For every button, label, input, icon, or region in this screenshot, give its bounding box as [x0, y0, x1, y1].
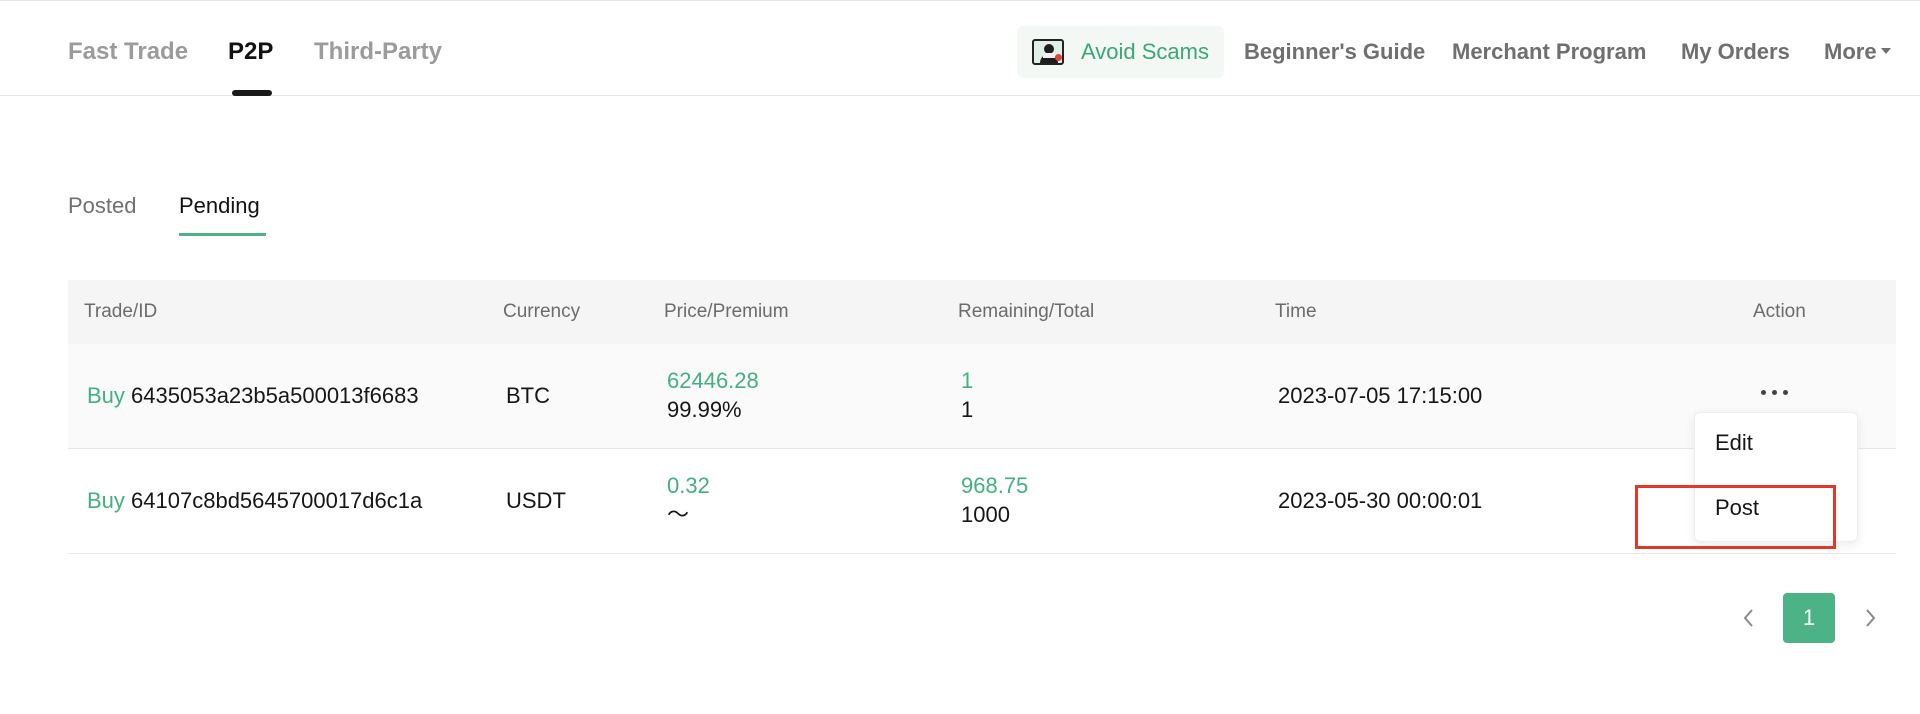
price-value: 62446.28 [667, 368, 759, 393]
column-header-currency: Currency [503, 301, 581, 322]
more-dots-icon[interactable] [1760, 383, 1790, 401]
trade-side: Buy [87, 383, 125, 408]
trade-side: Buy [87, 488, 125, 513]
premium-value: 99.99% [667, 397, 742, 422]
remaining-value: 1 [961, 368, 974, 393]
trade-id: 64107c8bd5645700017d6c1a [131, 488, 423, 513]
total-value: 1 [961, 397, 974, 422]
beginners-guide-link[interactable]: Beginner's Guide [1244, 37, 1425, 67]
time-value: 2023-07-05 17:15:00 [1278, 383, 1483, 408]
currency-value: USDT [506, 488, 566, 513]
top-navigation-bar: Fast Trade P2P Third-Party Avoid Scams B… [0, 0, 1920, 96]
menu-item-post[interactable]: Post [1715, 494, 1759, 522]
column-header-remaining-total: Remaining/Total [958, 301, 1095, 322]
active-tab-indicator [232, 90, 272, 96]
menu-item-edit[interactable]: Edit [1715, 429, 1753, 457]
remaining-value: 968.75 [961, 473, 1029, 498]
tab-fast-trade[interactable]: Fast Trade [68, 37, 188, 67]
more-label: More [1824, 39, 1877, 64]
action-dropdown-menu: Edit Post [1694, 412, 1858, 542]
premium-value: ～ [667, 502, 690, 527]
tab-third-party[interactable]: Third-Party [314, 37, 442, 67]
column-header-trade-id: Trade/ID [84, 301, 158, 322]
chevron-left-icon[interactable] [1738, 605, 1760, 631]
avoid-scams-label: Avoid Scams [1081, 39, 1209, 64]
avoid-scams-button[interactable]: Avoid Scams [1017, 26, 1224, 78]
subtab-pending[interactable]: Pending [179, 192, 260, 220]
page-number-button[interactable]: 1 [1783, 593, 1835, 643]
time-value: 2023-05-30 00:00:01 [1278, 488, 1483, 513]
my-orders-link[interactable]: My Orders [1681, 37, 1790, 67]
subtab-active-indicator [179, 233, 266, 236]
price-value: 0.32 [667, 473, 710, 498]
subtab-posted[interactable]: Posted [68, 192, 137, 220]
trade-cell: Buy 6435053a23b5a500013f6683 [87, 382, 419, 410]
merchant-program-link[interactable]: Merchant Program [1452, 37, 1646, 67]
column-header-price-premium: Price/Premium [664, 301, 789, 322]
tab-p2p[interactable]: P2P [228, 37, 273, 67]
trade-cell: Buy 64107c8bd5645700017d6c1a [87, 487, 422, 515]
column-header-action: Action [1753, 301, 1806, 322]
caret-down-icon [1880, 48, 1891, 55]
currency-value: BTC [506, 383, 550, 408]
scammer-warning-icon [1032, 39, 1064, 65]
total-value: 1000 [961, 502, 1010, 527]
chevron-right-icon[interactable] [1859, 605, 1881, 631]
more-menu-button[interactable]: More [1824, 37, 1891, 67]
trade-id: 6435053a23b5a500013f6683 [131, 383, 419, 408]
column-header-time: Time [1275, 301, 1317, 322]
